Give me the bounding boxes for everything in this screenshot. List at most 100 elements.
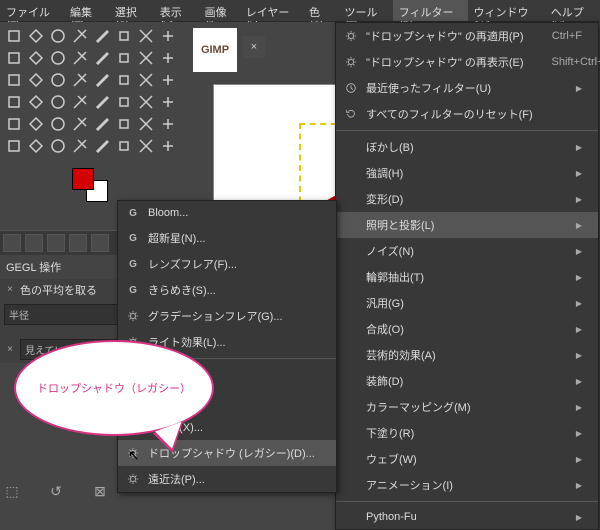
tool-2[interactable] xyxy=(48,26,68,46)
tool-17[interactable] xyxy=(26,70,46,90)
tool-38[interactable] xyxy=(136,114,156,134)
filters-item-16[interactable]: 下塗り(R)▶ xyxy=(336,420,598,446)
tool-20[interactable] xyxy=(92,70,112,90)
filters-item-0[interactable]: "ドロップシャドウ" の再適用(P)Ctrl+F xyxy=(336,23,598,49)
light-item-0[interactable]: GBloom... xyxy=(118,201,336,225)
tool-30[interactable] xyxy=(136,92,156,112)
filters-item-12[interactable]: 合成(O)▶ xyxy=(336,316,598,342)
tool-47[interactable] xyxy=(158,136,178,156)
panel-tab[interactable] xyxy=(91,234,109,252)
tool-5[interactable] xyxy=(114,26,134,46)
menu-7[interactable]: ツール(T) xyxy=(339,0,393,21)
filters-item-17[interactable]: ウェブ(W)▶ xyxy=(336,446,598,472)
panel-tab[interactable] xyxy=(3,234,21,252)
light-item-3[interactable]: Gきらめき(S)... xyxy=(118,277,336,303)
tool-41[interactable] xyxy=(26,136,46,156)
filters-item-3[interactable]: すべてのフィルターのリセット(F) xyxy=(336,101,598,127)
menu-2[interactable]: 選択(S) xyxy=(109,0,154,21)
tool-36[interactable] xyxy=(92,114,112,134)
menu-3[interactable]: 表示(V) xyxy=(154,0,199,21)
tool-37[interactable] xyxy=(114,114,134,134)
filters-item-6[interactable]: 強調(H)▶ xyxy=(336,160,598,186)
filters-item-18[interactable]: アニメーション(I)▶ xyxy=(336,472,598,498)
light-item-1[interactable]: G超新星(N)... xyxy=(118,225,336,251)
tool-24[interactable] xyxy=(4,92,24,112)
panel-tab[interactable] xyxy=(25,234,43,252)
filters-item-15[interactable]: カラーマッピング(M)▶ xyxy=(336,394,598,420)
filters-item-10[interactable]: 輪郭抽出(T)▶ xyxy=(336,264,598,290)
tool-39[interactable] xyxy=(158,114,178,134)
tool-34[interactable] xyxy=(48,114,68,134)
tool-19[interactable] xyxy=(70,70,90,90)
light-item-10[interactable]: ドロップシャドウ (レガシー)(D)... xyxy=(118,440,336,466)
tool-0[interactable] xyxy=(4,26,24,46)
tool-46[interactable] xyxy=(136,136,156,156)
foreground-swatch[interactable] xyxy=(72,168,94,190)
tool-10[interactable] xyxy=(48,48,68,68)
tool-18[interactable] xyxy=(48,70,68,90)
tool-6[interactable] xyxy=(136,26,156,46)
tool-7[interactable] xyxy=(158,26,178,46)
tool-43[interactable] xyxy=(70,136,90,156)
filters-item-14[interactable]: 装飾(D)▶ xyxy=(336,368,598,394)
tool-29[interactable] xyxy=(114,92,134,112)
panel-tab[interactable] xyxy=(47,234,65,252)
filters-item-1[interactable]: "ドロップシャドウ" の再表示(E)Shift+Ctrl+F xyxy=(336,49,598,75)
light-item-2[interactable]: Gレンズフレア(F)... xyxy=(118,251,336,277)
menu-8[interactable]: フィルター(R) xyxy=(393,0,468,21)
filters-item-9[interactable]: ノイズ(N)▶ xyxy=(336,238,598,264)
image-tab[interactable]: GIMP xyxy=(193,28,237,72)
tool-27[interactable] xyxy=(70,92,90,112)
tool-13[interactable] xyxy=(114,48,134,68)
icon[interactable]: ↺ xyxy=(48,483,64,499)
icon[interactable]: ⊠ xyxy=(92,483,108,499)
tool-12[interactable] xyxy=(92,48,112,68)
menu-9[interactable]: ウィンドウ(W) xyxy=(468,0,545,21)
tool-22[interactable] xyxy=(136,70,156,90)
tool-1[interactable] xyxy=(26,26,46,46)
close-icon[interactable]: × xyxy=(4,344,16,356)
filters-item-11[interactable]: 汎用(G)▶ xyxy=(336,290,598,316)
menu-0[interactable]: ファイル(F) xyxy=(0,0,64,21)
tool-23[interactable] xyxy=(158,70,178,90)
filters-item-13[interactable]: 芸術的効果(A)▶ xyxy=(336,342,598,368)
tool-9[interactable] xyxy=(26,48,46,68)
panel-tab[interactable] xyxy=(69,234,87,252)
color-swatches[interactable] xyxy=(72,168,112,204)
tool-33[interactable] xyxy=(26,114,46,134)
light-item-11[interactable]: 遠近法(P)... xyxy=(118,466,336,492)
tool-14[interactable] xyxy=(136,48,156,68)
menu-1[interactable]: 編集(E) xyxy=(64,0,109,21)
tool-11[interactable] xyxy=(70,48,90,68)
tool-3[interactable] xyxy=(70,26,90,46)
tool-44[interactable] xyxy=(92,136,112,156)
filters-item-2[interactable]: 最近使ったフィルター(U)▶ xyxy=(336,75,598,101)
tool-35[interactable] xyxy=(70,114,90,134)
light-item-4[interactable]: グラデーションフレア(G)... xyxy=(118,303,336,329)
tool-31[interactable] xyxy=(158,92,178,112)
tool-4[interactable] xyxy=(92,26,112,46)
close-icon[interactable]: × xyxy=(4,284,16,296)
menu-4[interactable]: 画像(I) xyxy=(199,0,240,21)
tool-32[interactable] xyxy=(4,114,24,134)
menu-label: 芸術的効果(A) xyxy=(366,347,568,363)
tool-42[interactable] xyxy=(48,136,68,156)
filters-item-20[interactable]: Python-Fu▶ xyxy=(336,505,598,529)
tool-28[interactable] xyxy=(92,92,112,112)
menu-6[interactable]: 色(C) xyxy=(303,0,339,21)
tool-8[interactable] xyxy=(4,48,24,68)
icon[interactable]: ⬚ xyxy=(4,483,20,499)
tool-40[interactable] xyxy=(4,136,24,156)
menu-5[interactable]: レイヤー(L) xyxy=(240,0,303,21)
filters-item-5[interactable]: ぼかし(B)▶ xyxy=(336,134,598,160)
menu-10[interactable]: ヘルプ(H) xyxy=(545,0,600,21)
tool-15[interactable] xyxy=(158,48,178,68)
tool-45[interactable] xyxy=(114,136,134,156)
close-tab-icon[interactable]: × xyxy=(243,36,265,58)
tool-16[interactable] xyxy=(4,70,24,90)
tool-26[interactable] xyxy=(48,92,68,112)
tool-25[interactable] xyxy=(26,92,46,112)
filters-item-8[interactable]: 照明と投影(L)▶ xyxy=(336,212,598,238)
tool-21[interactable] xyxy=(114,70,134,90)
filters-item-7[interactable]: 変形(D)▶ xyxy=(336,186,598,212)
